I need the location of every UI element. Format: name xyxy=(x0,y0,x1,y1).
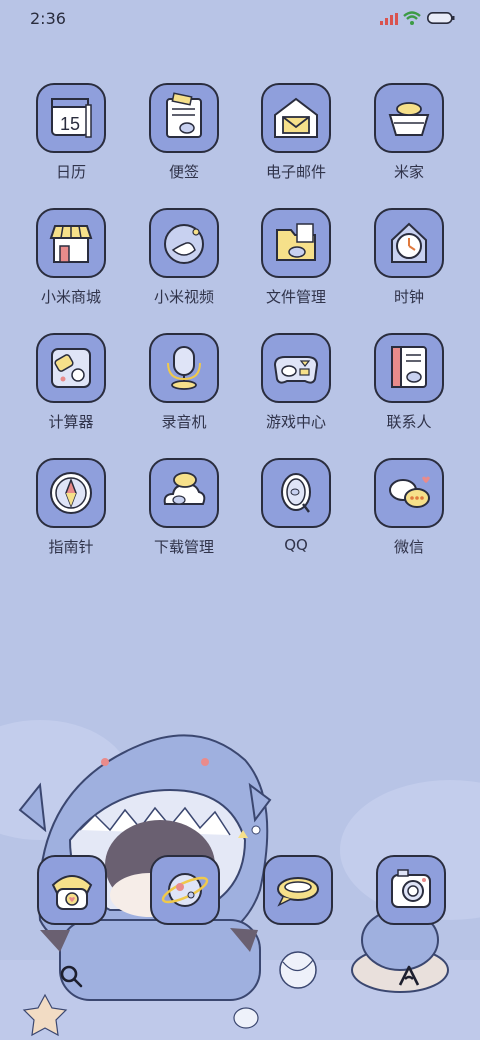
browser-icon xyxy=(150,855,220,925)
app-file-manager[interactable]: 文件管理 xyxy=(241,208,351,307)
status-time: 2:36 xyxy=(30,9,66,28)
app-label: 指南针 xyxy=(48,538,94,556)
search-icon[interactable] xyxy=(58,963,84,989)
app-label: 文件管理 xyxy=(265,288,326,306)
app-label: 米家 xyxy=(393,163,424,181)
video-icon xyxy=(149,208,219,278)
calculator-icon xyxy=(36,333,106,403)
clock-icon xyxy=(374,208,444,278)
app-label: 日历 xyxy=(55,163,86,181)
status-bar: 2:36 xyxy=(0,0,480,40)
app-notes[interactable]: 便签 xyxy=(129,83,239,182)
app-contacts[interactable]: 联系人 xyxy=(354,333,464,432)
camera-icon xyxy=(376,855,446,925)
battery-icon xyxy=(427,12,455,24)
email-icon xyxy=(261,83,331,153)
svg-text:15: 15 xyxy=(60,114,80,134)
file-manager-icon xyxy=(261,208,331,278)
app-clock[interactable]: 时钟 xyxy=(354,208,464,307)
app-label: 微信 xyxy=(393,538,424,556)
assistant-icon[interactable] xyxy=(396,963,422,989)
dock-phone[interactable] xyxy=(37,855,107,925)
contacts-icon xyxy=(374,333,444,403)
store-icon xyxy=(36,208,106,278)
app-label: 小米商城 xyxy=(40,288,101,306)
app-calendar[interactable]: 15 日历 xyxy=(16,83,126,182)
app-downloads[interactable]: 下载管理 xyxy=(129,458,239,557)
game-center-icon xyxy=(261,333,331,403)
app-qq[interactable]: QQ xyxy=(241,458,351,554)
app-label: 便签 xyxy=(168,163,199,181)
app-label: 计算器 xyxy=(48,413,94,431)
app-mi-store[interactable]: 小米商城 xyxy=(16,208,126,307)
app-label: 录音机 xyxy=(161,413,207,431)
app-mihome[interactable]: 米家 xyxy=(354,83,464,182)
recorder-icon xyxy=(149,333,219,403)
app-recorder[interactable]: 录音机 xyxy=(129,333,239,432)
phone-icon xyxy=(37,855,107,925)
notes-icon xyxy=(149,83,219,153)
calendar-icon: 15 xyxy=(36,83,106,153)
signal-icon xyxy=(380,13,398,25)
app-label: 时钟 xyxy=(393,288,424,306)
app-calculator[interactable]: 计算器 xyxy=(16,333,126,432)
app-mi-video[interactable]: 小米视频 xyxy=(129,208,239,307)
dock-camera[interactable] xyxy=(376,855,446,925)
mihome-icon xyxy=(374,83,444,153)
qq-icon xyxy=(261,458,331,528)
app-label: QQ xyxy=(284,536,308,554)
messages-icon xyxy=(263,855,333,925)
app-label: 小米视频 xyxy=(153,288,214,306)
dock-messages[interactable] xyxy=(263,855,333,925)
downloads-icon xyxy=(149,458,219,528)
app-label: 下载管理 xyxy=(153,538,214,556)
app-game-center[interactable]: 游戏中心 xyxy=(241,333,351,432)
app-email[interactable]: 电子邮件 xyxy=(241,83,351,182)
wechat-icon xyxy=(374,458,444,528)
dock-browser[interactable] xyxy=(150,855,220,925)
wifi-icon xyxy=(403,11,421,25)
app-compass[interactable]: 指南针 xyxy=(16,458,126,557)
app-wechat[interactable]: 微信 xyxy=(354,458,464,557)
app-label: 电子邮件 xyxy=(265,163,326,181)
app-label: 游戏中心 xyxy=(265,413,326,431)
compass-icon xyxy=(36,458,106,528)
app-label: 联系人 xyxy=(386,413,432,431)
